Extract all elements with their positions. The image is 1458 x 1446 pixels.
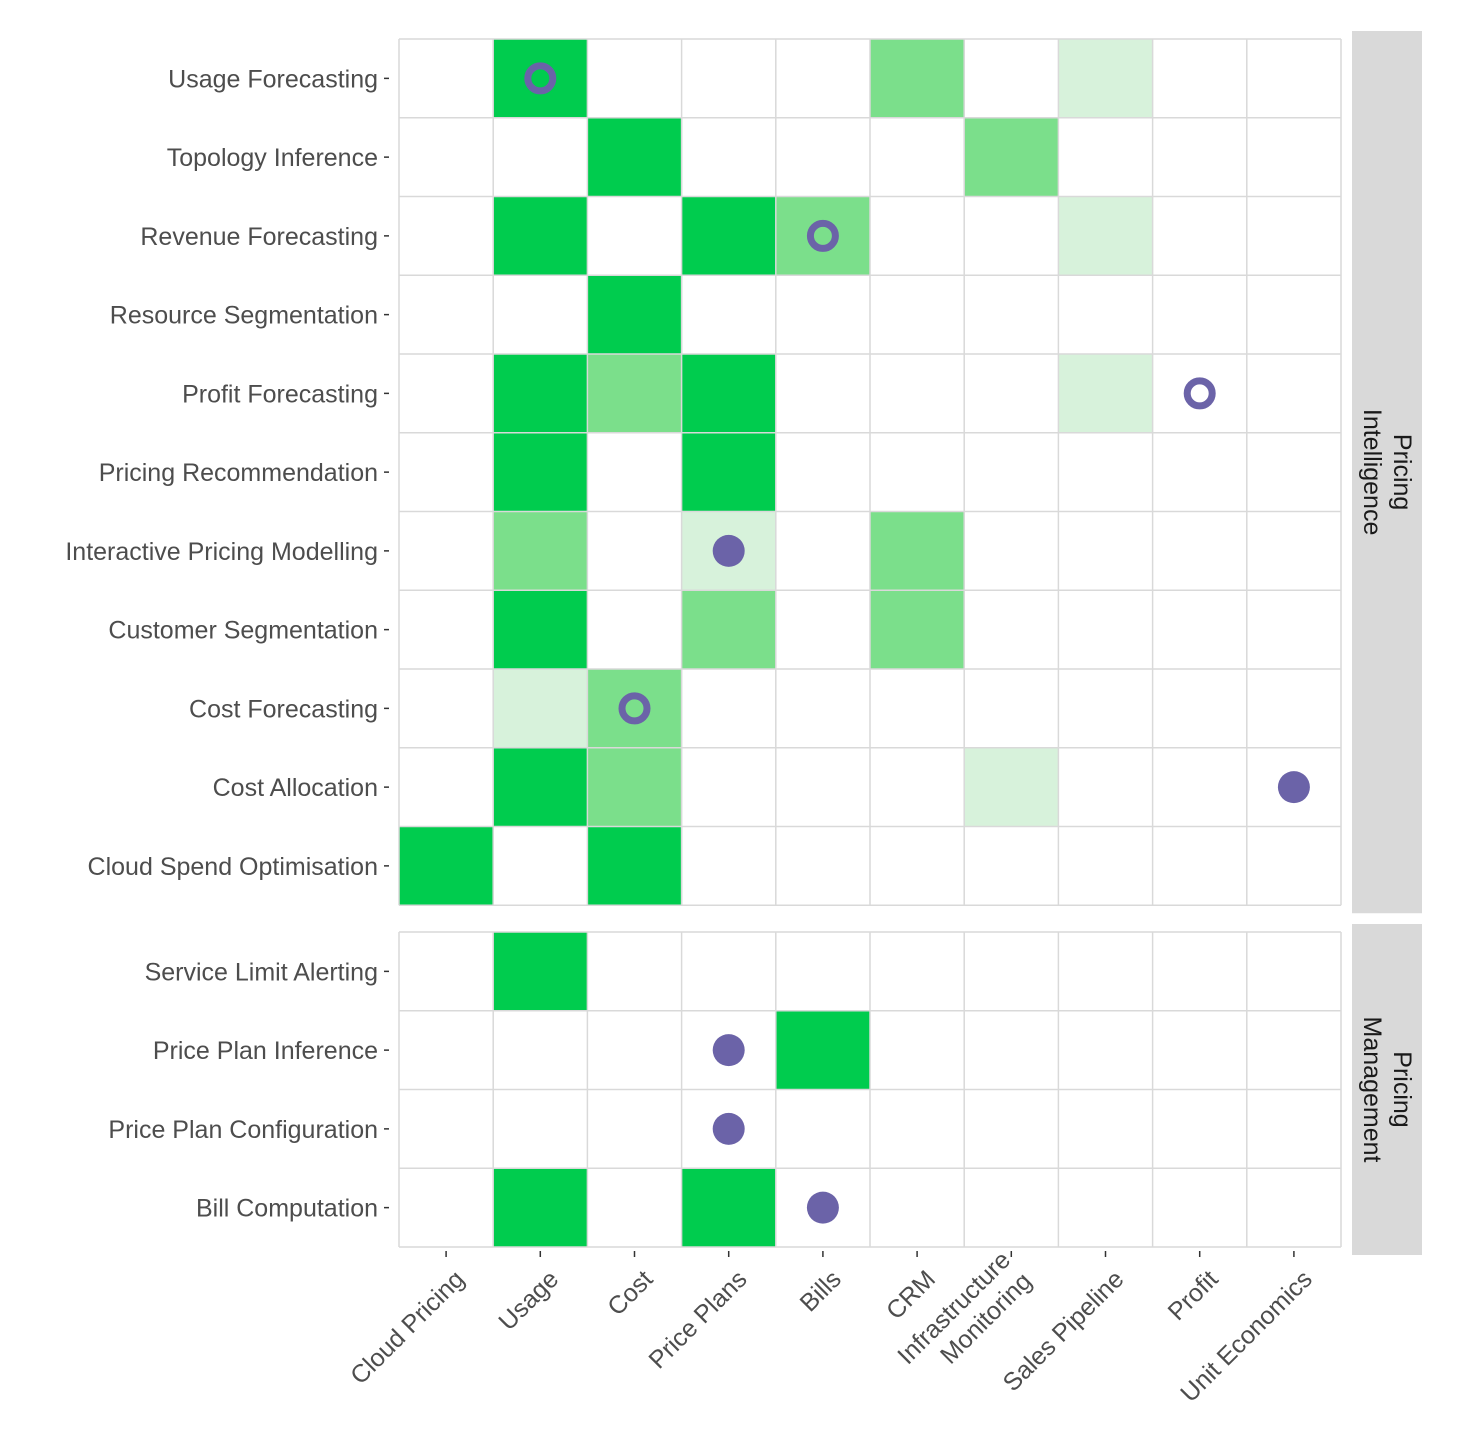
heatmap-tile [964, 117, 1059, 197]
x-tick-label: Cloud Pricing [345, 1265, 470, 1390]
heatmap-tile [493, 932, 588, 1012]
heatmap-tile [1058, 354, 1154, 434]
heatmap-chart: Usage Forecasting Topology Inference Reven… [65, 31, 1422, 1408]
x-axis: Cloud Pricing Usage CostPrice Plans Bills CR… [345, 1246, 1318, 1408]
x-tick-label-line: Price Plans [643, 1265, 752, 1374]
heatmap-tile [587, 354, 683, 434]
heatmap-tile [681, 354, 777, 434]
heatmap-tile [493, 354, 588, 434]
heatmap-tile [493, 39, 588, 119]
heatmap-tile [493, 196, 588, 276]
heatmap-tile [399, 826, 494, 906]
panel-pricing-intelligence: Usage Forecasting Topology Inference Reven… [65, 31, 1422, 914]
y-tick-label: Cloud Spend Optimisation [88, 853, 378, 881]
heatmap-tile [493, 1168, 588, 1248]
heatmap-tile [775, 1010, 871, 1090]
x-tick-label-line: Cost [602, 1265, 658, 1321]
facet-strip-label-line: Management [1358, 1017, 1386, 1163]
heatmap-tile [775, 196, 871, 276]
y-tick-label: Price Plan Inference [153, 1037, 378, 1065]
y-tick-label: Cost Forecasting [189, 695, 378, 723]
x-tick-label-line: Bills [795, 1265, 847, 1317]
heatmap-tile [681, 1168, 777, 1248]
y-tick-label: Revenue Forecasting [140, 223, 378, 251]
marker-filled [806, 1191, 839, 1224]
y-tick-label: Cost Allocation [213, 774, 378, 802]
y-tick-label: Resource Segmentation [110, 302, 378, 330]
heatmap-tile [681, 196, 777, 276]
y-tick-label: Service Limit Alerting [145, 958, 378, 986]
y-tick-label: Price Plan Configuration [108, 1116, 378, 1144]
heatmap-tile [870, 511, 965, 591]
heatmap-tile [493, 432, 588, 512]
y-tick-label: Interactive Pricing Modelling [65, 538, 378, 566]
y-tick-label: Topology Inference [167, 144, 378, 172]
x-tick-label: Cost [602, 1265, 658, 1321]
heatmap-tile [587, 117, 683, 197]
heatmap-tile [493, 590, 588, 670]
x-tick-label-line: Usage [493, 1265, 564, 1336]
facet-strip-label-line: Intelligence [1358, 409, 1386, 535]
heatmap-tile [964, 747, 1059, 827]
x-tick-label-line: Profit [1163, 1265, 1224, 1326]
heatmap-tile [493, 511, 588, 591]
heatmap-tile [681, 590, 777, 670]
x-tick-label-line: Cloud Pricing [345, 1265, 470, 1390]
x-tick-label: Bills [795, 1265, 847, 1317]
x-tick-label: Profit [1163, 1265, 1224, 1326]
heatmap-tile [587, 747, 683, 827]
heatmap-tile [1058, 39, 1154, 119]
heatmap-tile [1058, 196, 1154, 276]
y-tick-label: Usage Forecasting [168, 65, 378, 93]
y-tick-label: Pricing Recommendation [99, 459, 378, 487]
marker-filled [712, 534, 745, 567]
marker-filled [1277, 771, 1310, 804]
y-tick-label: Customer Segmentation [108, 617, 378, 645]
heatmap-tile [870, 39, 965, 119]
heatmap-tile [587, 826, 683, 906]
heatmap-tile [681, 432, 777, 512]
x-tick-label: Usage [493, 1265, 564, 1336]
y-tick-label: Profit Forecasting [182, 380, 378, 408]
x-tick-label: Price Plans [643, 1265, 752, 1374]
heatmap-tile [493, 669, 588, 749]
y-tick-label: Bill Computation [196, 1195, 378, 1223]
heatmap-tile [587, 669, 683, 749]
heatmap-tile [587, 275, 683, 355]
heatmap-tile [493, 747, 588, 827]
facet-strip-label-line: Pricing [1388, 434, 1416, 510]
marker-filled [712, 1034, 745, 1067]
marker-filled [712, 1112, 745, 1145]
panel-pricing-management: Service Limit Alerting Price Plan Inferen… [108, 924, 1422, 1255]
heatmap-tile [870, 590, 965, 670]
facet-strip-label-line: Pricing [1388, 1051, 1416, 1127]
panels: Usage Forecasting Topology Inference Reven… [65, 31, 1422, 1255]
